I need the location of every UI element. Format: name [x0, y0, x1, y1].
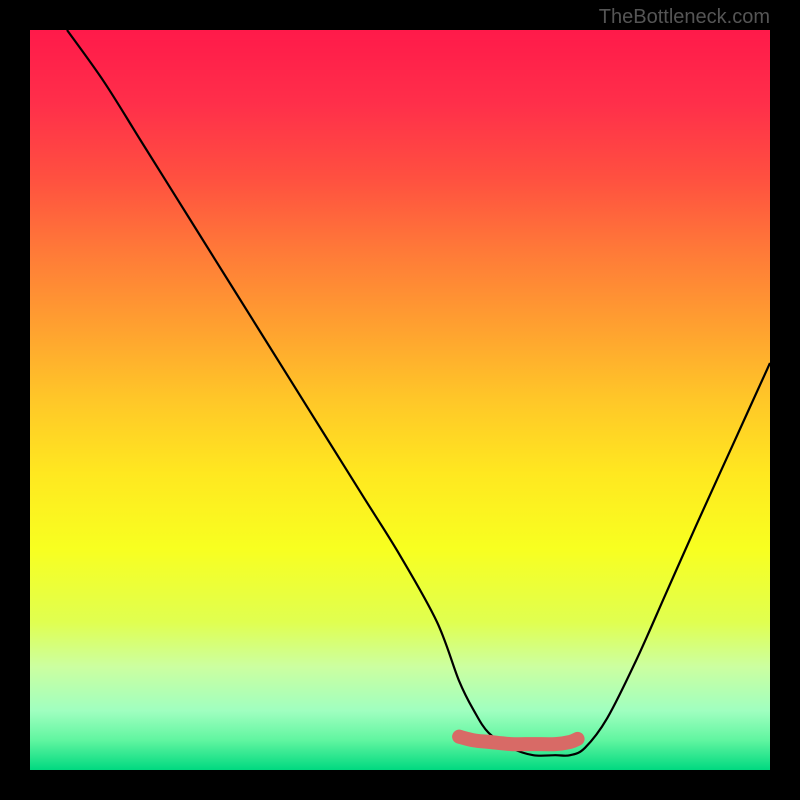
bottleneck-curve — [67, 30, 770, 756]
attribution-text: TheBottleneck.com — [599, 6, 770, 29]
curve-layer — [30, 30, 770, 770]
optimal-start-dot — [452, 730, 466, 744]
optimal-band-highlight — [459, 737, 577, 745]
chart-container: TheBottleneck.com — [0, 0, 800, 800]
plot-area — [30, 30, 770, 770]
